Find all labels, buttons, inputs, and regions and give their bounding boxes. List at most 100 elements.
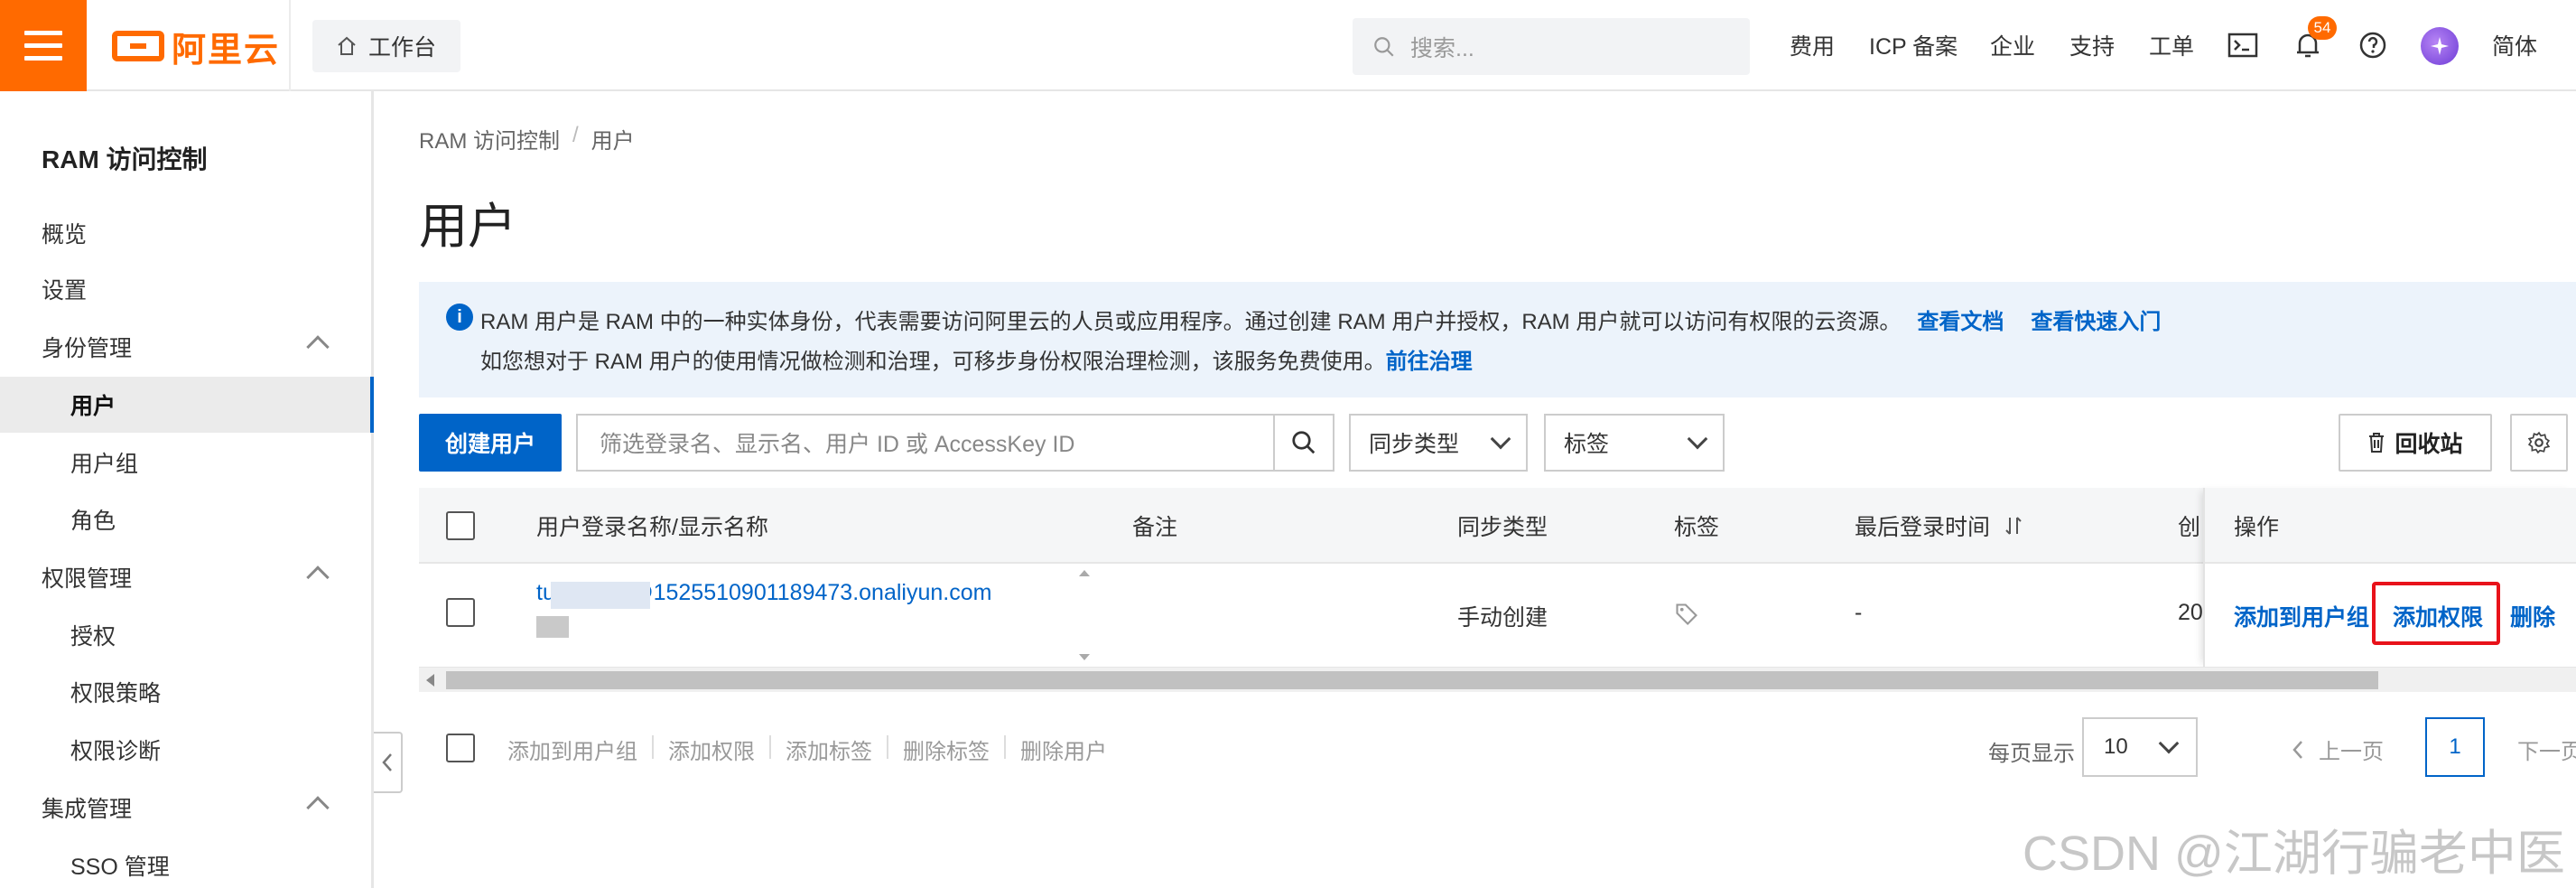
user-avatar[interactable] xyxy=(2421,27,2459,65)
sidebar-title: RAM 访问控制 xyxy=(42,145,208,173)
breadcrumb-ram[interactable]: RAM 访问控制 xyxy=(419,123,560,154)
governance-link[interactable]: 前往治理 xyxy=(1386,350,1473,374)
cell-scrollbar[interactable] xyxy=(1074,567,1094,663)
column-header-sync-type: 同步类型 xyxy=(1457,515,1548,540)
page-size-select[interactable]: 10 xyxy=(2082,717,2198,777)
create-user-button[interactable]: 创建用户 xyxy=(419,414,562,472)
logo-mark xyxy=(112,31,164,61)
tag-select[interactable]: 标签 xyxy=(1544,414,1725,472)
terminal-icon[interactable] xyxy=(2225,27,2261,63)
recycle-bin-button[interactable]: 回收站 xyxy=(2339,414,2492,472)
breadcrumb-separator: / xyxy=(572,123,579,147)
highlight-box xyxy=(2372,582,2500,645)
nav-icp-filing[interactable]: ICP 备案 xyxy=(1869,29,1958,61)
notice-text-2: 如您想对于 RAM 用户的使用情况做检测和治理，可移步身份权限治理检测，该服务免… xyxy=(480,350,1386,374)
sidebar-group-identity[interactable]: 身份管理 xyxy=(0,319,371,375)
language-switch[interactable]: 简体 xyxy=(2492,29,2537,61)
user-created-time: 20 xyxy=(2178,600,2203,625)
last-login-label: 最后登录时间 xyxy=(1855,515,1991,540)
sidebar-item-grants[interactable]: 授权 xyxy=(0,607,371,663)
sync-type-select[interactable]: 同步类型 xyxy=(1349,414,1528,472)
sidebar-item-label: 概览 xyxy=(42,222,88,248)
next-page-button[interactable]: 下一页 xyxy=(2517,734,2576,765)
row-checkbox[interactable] xyxy=(446,598,475,627)
filter-placeholder: 筛选登录名、显示名、用户 ID 或 AccessKey ID xyxy=(600,432,1075,457)
tag-icon[interactable] xyxy=(1674,602,1699,627)
page-size-value: 10 xyxy=(2104,734,2128,759)
sidebar-item-user-groups[interactable]: 用户组 xyxy=(0,435,371,491)
nav-billing[interactable]: 费用 xyxy=(1790,29,1835,61)
sidebar-item-policies[interactable]: 权限策略 xyxy=(0,664,371,720)
prev-page-button[interactable]: 上一页 xyxy=(2292,734,2384,765)
page-1-button[interactable]: 1 xyxy=(2425,717,2485,777)
sidebar-group-permissions[interactable]: 权限管理 xyxy=(0,549,371,605)
sidebar: RAM 访问控制 概览 设置 身份管理 用户 用户组 角色 权限管理 授权 权限… xyxy=(0,91,374,888)
search-icon xyxy=(1292,431,1316,454)
sort-icon[interactable] xyxy=(2004,515,2023,537)
notification-count-badge: 54 xyxy=(2308,16,2337,40)
display-name-redacted xyxy=(536,616,569,638)
chevron-up-icon xyxy=(306,335,330,359)
chevron-left-icon xyxy=(2292,740,2302,759)
sidebar-item-label: 用户 xyxy=(70,394,116,419)
batch-add-permission-button[interactable]: 添加权限 xyxy=(668,734,755,765)
footer-select-all-checkbox[interactable] xyxy=(446,734,475,762)
sidebar-collapse-button[interactable] xyxy=(374,732,403,793)
workbench-label: 工作台 xyxy=(368,35,437,61)
bell-icon[interactable]: 54 xyxy=(2290,16,2337,63)
sidebar-item-settings[interactable]: 设置 xyxy=(0,261,371,317)
sidebar-item-diagnostics[interactable]: 权限诊断 xyxy=(0,722,371,778)
scroll-left-arrow-icon[interactable] xyxy=(426,674,434,687)
redaction-block xyxy=(551,582,650,609)
chevron-up-icon xyxy=(306,796,330,819)
sidebar-item-users[interactable]: 用户 xyxy=(0,377,374,433)
quickstart-link[interactable]: 查看快速入门 xyxy=(2031,310,2161,334)
chevron-left-icon xyxy=(382,753,392,771)
aliyun-logo[interactable]: 阿里云 xyxy=(112,25,280,70)
info-notice: i RAM 用户是 RAM 中的一种实体身份，代表需要访问阿里云的人员或应用程序… xyxy=(419,282,2576,397)
prev-page-label: 上一页 xyxy=(2319,740,2384,764)
workbench-button[interactable]: 工作台 xyxy=(312,20,460,72)
table-footer: 添加到用户组 添加权限 添加标签 删除标签 删除用户 每页显示 10 上一页 1… xyxy=(419,714,2576,781)
trash-icon xyxy=(2369,433,2385,453)
sidebar-item-label: 集成管理 xyxy=(42,797,133,822)
nav-enterprise[interactable]: 企业 xyxy=(1990,29,2035,61)
view-docs-link[interactable]: 查看文档 xyxy=(1917,310,2004,334)
nav-tickets[interactable]: 工单 xyxy=(2149,29,2194,61)
notice-line-2: 如您想对于 RAM 用户的使用情况做检测和治理，可移步身份权限治理检测，该服务免… xyxy=(480,343,1473,375)
scrollbar-thumb[interactable] xyxy=(446,671,2378,689)
info-icon: i xyxy=(446,304,473,331)
batch-add-tag-button[interactable]: 添加标签 xyxy=(786,734,872,765)
sync-type-select-label: 同步类型 xyxy=(1369,432,1460,457)
sidebar-item-overview[interactable]: 概览 xyxy=(0,205,371,261)
batch-delete-user-button[interactable]: 删除用户 xyxy=(1020,734,1107,765)
batch-remove-tag-button[interactable]: 删除标签 xyxy=(903,734,990,765)
tag-select-label: 标签 xyxy=(1564,432,1610,457)
logo-text: 阿里云 xyxy=(172,31,281,70)
notice-line-1: RAM 用户是 RAM 中的一种实体身份，代表需要访问阿里云的人员或应用程序。通… xyxy=(480,304,2161,335)
search-placeholder: 搜索... xyxy=(1410,35,1474,61)
table-settings-button[interactable] xyxy=(2510,414,2568,472)
select-all-checkbox[interactable] xyxy=(446,511,475,540)
sidebar-item-label: 设置 xyxy=(42,278,88,304)
sidebar-item-roles[interactable]: 角色 xyxy=(0,491,371,547)
user-sync-type: 手动创建 xyxy=(1457,605,1548,631)
menu-icon[interactable] xyxy=(0,0,87,91)
chevron-down-icon xyxy=(1490,428,1511,450)
sidebar-group-integration[interactable]: 集成管理 xyxy=(0,780,371,836)
sidebar-item-label: 权限管理 xyxy=(42,566,133,592)
batch-add-to-group-button[interactable]: 添加到用户组 xyxy=(507,734,637,765)
search-button[interactable] xyxy=(1273,416,1333,470)
search-icon xyxy=(1374,36,1394,57)
sidebar-item-sso[interactable]: SSO 管理 xyxy=(0,837,371,888)
user-filter-input[interactable]: 筛选登录名、显示名、用户 ID 或 AccessKey ID xyxy=(576,414,1334,472)
horizontal-scrollbar[interactable] xyxy=(419,667,2576,692)
notice-text-1: RAM 用户是 RAM 中的一种实体身份，代表需要访问阿里云的人员或应用程序。通… xyxy=(480,310,1902,334)
global-search-input[interactable]: 搜索... xyxy=(1353,18,1750,75)
nav-support[interactable]: 支持 xyxy=(2069,29,2115,61)
divider xyxy=(289,0,291,91)
column-header-last-login[interactable]: 最后登录时间 xyxy=(1855,488,2023,564)
page-title: 用户 xyxy=(419,200,516,254)
help-icon[interactable] xyxy=(2355,27,2391,63)
column-header-name: 用户登录名称/显示名称 xyxy=(536,515,768,540)
